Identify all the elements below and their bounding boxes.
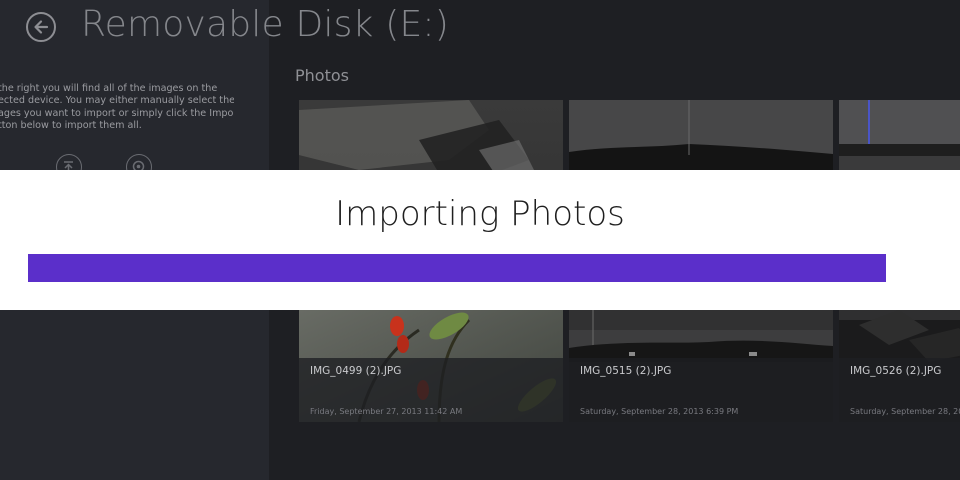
- import-progress-dialog: Importing Photos: [0, 170, 960, 310]
- app-window: the right you will find all of the image…: [0, 0, 960, 480]
- instructions-line: ages you want to import or simply click …: [0, 107, 234, 119]
- instructions-line: ected device. You may either manually se…: [0, 95, 234, 107]
- back-arrow-icon: [34, 20, 49, 34]
- photo-info: IMG_0515 (2).JPG Saturday, September 28,…: [569, 358, 833, 422]
- instructions-line: tton below to import them all.: [0, 120, 142, 132]
- import-dialog-title: Importing Photos: [335, 194, 625, 234]
- section-title: Photos: [295, 66, 349, 85]
- photo-date: Friday, September 27, 2013 11:42 AM: [310, 407, 463, 416]
- photo-file-name: IMG_0515 (2).JPG: [580, 365, 672, 377]
- instructions-line: the right you will find all of the image…: [0, 83, 218, 94]
- photo-date: Saturday, September 28, 2013 6:39 PM: [580, 407, 739, 416]
- photo-date: Saturday, September 28, 2013: [850, 407, 960, 416]
- back-button[interactable]: [26, 12, 56, 42]
- page-title: Removable Disk (E:): [81, 4, 449, 45]
- import-progress-fill: [28, 254, 886, 282]
- import-progress-bar: [28, 254, 886, 282]
- photo-info: IMG_0526 (2).JPG Saturday, September 28,…: [839, 358, 960, 422]
- photo-file-name: IMG_0499 (2).JPG: [310, 365, 402, 377]
- photo-info: IMG_0499 (2).JPG Friday, September 27, 2…: [299, 358, 563, 422]
- instructions-text: the right you will find all of the image…: [0, 83, 234, 133]
- photo-file-name: IMG_0526 (2).JPG: [850, 365, 942, 377]
